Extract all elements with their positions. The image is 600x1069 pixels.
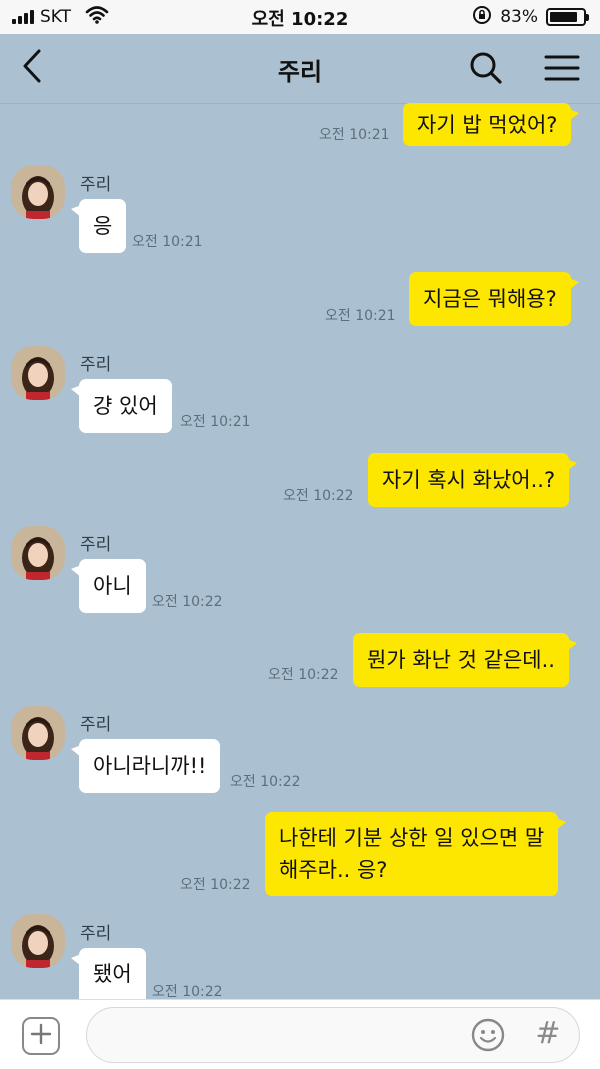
message-timestamp: 오전 10:21 xyxy=(180,414,251,430)
sender-name: 주리 xyxy=(80,715,112,735)
message-timestamp: 오전 10:22 xyxy=(230,774,301,790)
message-text: 응 xyxy=(93,214,113,238)
my-message-bubble[interactable]: 자기 혹시 화났어..? xyxy=(368,453,578,507)
search-icon xyxy=(469,51,503,89)
their-message-bubble[interactable]: 됐어 xyxy=(71,948,146,999)
their-message-bubble[interactable]: 응 xyxy=(70,199,127,253)
battery-icon xyxy=(546,8,589,26)
message-text: 뭔가 화난 것 같은데.. xyxy=(367,648,555,672)
input-bar: # xyxy=(0,999,600,1069)
message-text: 아니 xyxy=(93,574,132,598)
their-message-bubble[interactable]: 걍 있어 xyxy=(71,379,172,433)
message-timestamp: 오전 10:21 xyxy=(319,127,390,143)
avatar[interactable] xyxy=(11,914,65,968)
avatar[interactable] xyxy=(11,526,65,580)
message-text: 걍 있어 xyxy=(93,394,158,418)
attach-button[interactable] xyxy=(22,1017,60,1055)
my-message-bubble[interactable]: 뭔가 화난 것 같은데.. xyxy=(353,633,577,687)
chat-title: 주리 xyxy=(277,58,323,86)
avatar[interactable] xyxy=(11,346,65,400)
their-message-bubble[interactable]: 아니 xyxy=(71,559,146,613)
message-timestamp: 오전 10:21 xyxy=(132,234,203,250)
message-timestamp: 오전 10:22 xyxy=(152,594,223,610)
avatar[interactable] xyxy=(11,165,65,219)
message-text: 됐어 xyxy=(93,961,132,986)
their-message-bubble[interactable]: 아니라니까!! xyxy=(70,739,221,793)
message-timestamp: 오전 10:21 xyxy=(325,308,396,324)
message-text: 지금은 뭐해용? xyxy=(423,287,557,311)
plus-icon xyxy=(30,1023,52,1049)
hash-icon: # xyxy=(535,1016,561,1051)
status-right: 83% xyxy=(472,5,589,29)
status-bar: SKT 오전 10:22 83% xyxy=(0,0,600,34)
chat-header: 주리 xyxy=(0,34,600,104)
message-text-line: 해주라.. 응? xyxy=(279,858,388,882)
my-message-bubble[interactable]: 지금은 뭐해용? xyxy=(409,272,579,326)
message-timestamp: 오전 10:22 xyxy=(152,984,223,1000)
message-text: 자기 밥 먹었어? xyxy=(417,112,558,137)
my-message-bubble[interactable]: 나한테 기분 상한 일 있으면 말 해주라.. 응? xyxy=(265,812,567,896)
hamburger-menu-icon xyxy=(544,54,580,86)
sender-name: 주리 xyxy=(80,924,112,944)
message-input[interactable] xyxy=(107,1020,467,1050)
message-text-line: 나한테 기분 상한 일 있으면 말 xyxy=(279,826,545,850)
sender-name: 주리 xyxy=(80,355,112,375)
emoji-button[interactable] xyxy=(470,1017,506,1053)
avatar[interactable] xyxy=(11,706,65,760)
message-timestamp: 오전 10:22 xyxy=(283,488,354,504)
sender-name: 주리 xyxy=(80,175,112,195)
orientation-lock-icon xyxy=(472,5,492,29)
message-text: 자기 혹시 화났어..? xyxy=(382,468,556,492)
message-timestamp: 오전 10:22 xyxy=(180,877,251,893)
my-message-bubble[interactable]: 자기 밥 먹었어? xyxy=(403,103,580,146)
hash-button[interactable]: # xyxy=(530,1016,566,1052)
menu-button[interactable] xyxy=(540,48,584,92)
message-timestamp: 오전 10:22 xyxy=(268,667,339,683)
sender-name: 주리 xyxy=(80,535,112,555)
emoji-icon xyxy=(470,1018,506,1057)
message-text: 아니라니까!! xyxy=(93,754,207,778)
battery-percent: 83% xyxy=(500,7,538,27)
search-button[interactable] xyxy=(464,48,508,92)
